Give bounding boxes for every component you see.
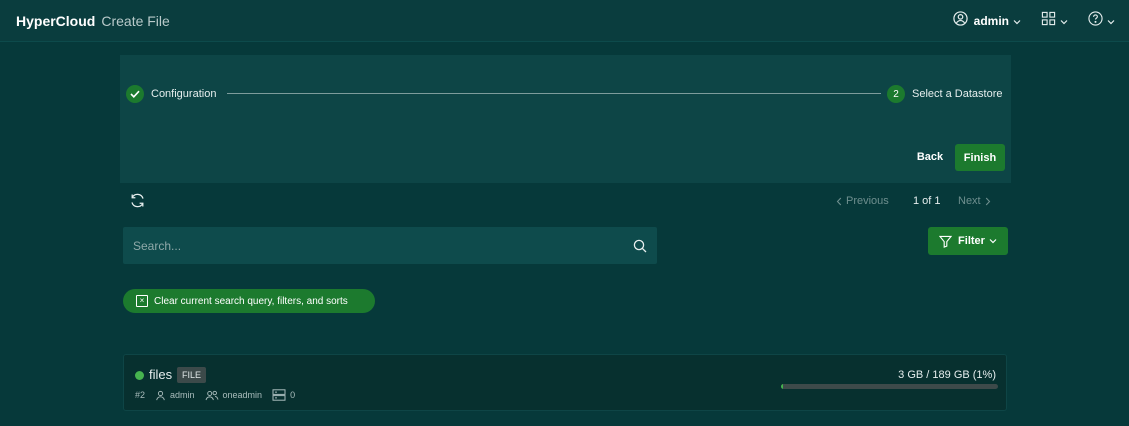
datastore-group: oneadmin (222, 390, 263, 400)
chevron-down-icon (1060, 12, 1068, 30)
refresh-icon (129, 193, 146, 213)
datastore-id: #2 (135, 390, 146, 400)
datastore-capacity: 3 GB / 189 GB (1%) (898, 369, 996, 381)
clear-filters-chip[interactable]: × Clear current search query, filters, a… (123, 289, 375, 313)
user-icon (155, 390, 166, 401)
help-circle-icon (1088, 11, 1103, 31)
chevron-down-icon (1013, 12, 1021, 30)
clear-filters-label: Clear current search query, filters, and… (154, 295, 348, 307)
chevron-down-icon (1107, 12, 1115, 30)
search-icon[interactable] (633, 239, 647, 253)
search-input[interactable] (133, 238, 633, 253)
top-bar-right: admin (933, 0, 1115, 42)
page-title: Create File (101, 12, 170, 29)
step-label: Select a Datastore (912, 88, 1003, 100)
next-page-button[interactable]: Next (958, 194, 991, 208)
step-connector (227, 93, 881, 94)
filter-funnel-icon (939, 235, 953, 248)
step-configuration[interactable]: Configuration (126, 85, 216, 103)
datastore-owner: admin (170, 390, 195, 400)
top-bar: HyperCloud Create File admin (0, 0, 1129, 42)
datastore-hosts-count: 0 (290, 390, 296, 400)
back-button[interactable]: Back (910, 144, 950, 170)
brand-logo-text[interactable]: HyperCloud (16, 13, 95, 29)
step-label: Configuration (151, 88, 217, 100)
filter-button[interactable]: Filter (928, 227, 1008, 255)
finish-button[interactable]: Finish (955, 144, 1005, 171)
help-menu[interactable] (1088, 11, 1115, 31)
capacity-bar (781, 384, 998, 389)
capacity-bar-fill (781, 384, 784, 389)
search-box (123, 227, 657, 264)
refresh-button[interactable] (129, 192, 147, 210)
apps-grid-icon (1041, 11, 1056, 31)
check-icon (126, 85, 144, 103)
wizard-stepper: Configuration 2 Select a Datastore Back … (120, 55, 1011, 183)
step-number: 2 (887, 85, 905, 103)
datastore-name: files (149, 367, 173, 382)
group-icon (205, 390, 219, 401)
user-menu-label: admin (973, 14, 1009, 28)
server-icon (272, 389, 286, 401)
next-page-label: Next (958, 195, 981, 207)
chevron-down-icon (989, 235, 997, 247)
datastore-row[interactable]: files FILE #2 admin oneadmin 0 3 GB / 18… (123, 354, 1007, 411)
status-indicator (135, 371, 144, 380)
user-menu[interactable]: admin (952, 11, 1021, 31)
user-circle-icon (952, 11, 968, 31)
step-select-datastore[interactable]: 2 Select a Datastore (887, 85, 1003, 103)
previous-page-button[interactable]: Previous (836, 194, 889, 208)
datastore-meta: #2 admin oneadmin 0 (135, 388, 295, 402)
page-indicator: 1 of 1 (913, 195, 941, 207)
apps-menu[interactable] (1041, 11, 1068, 31)
close-box-icon: × (136, 295, 148, 307)
chevron-right-icon (985, 197, 991, 206)
chevron-left-icon (836, 197, 842, 206)
previous-page-label: Previous (846, 195, 889, 207)
filter-button-label: Filter (958, 235, 985, 247)
datastore-type-badge: FILE (177, 367, 207, 383)
